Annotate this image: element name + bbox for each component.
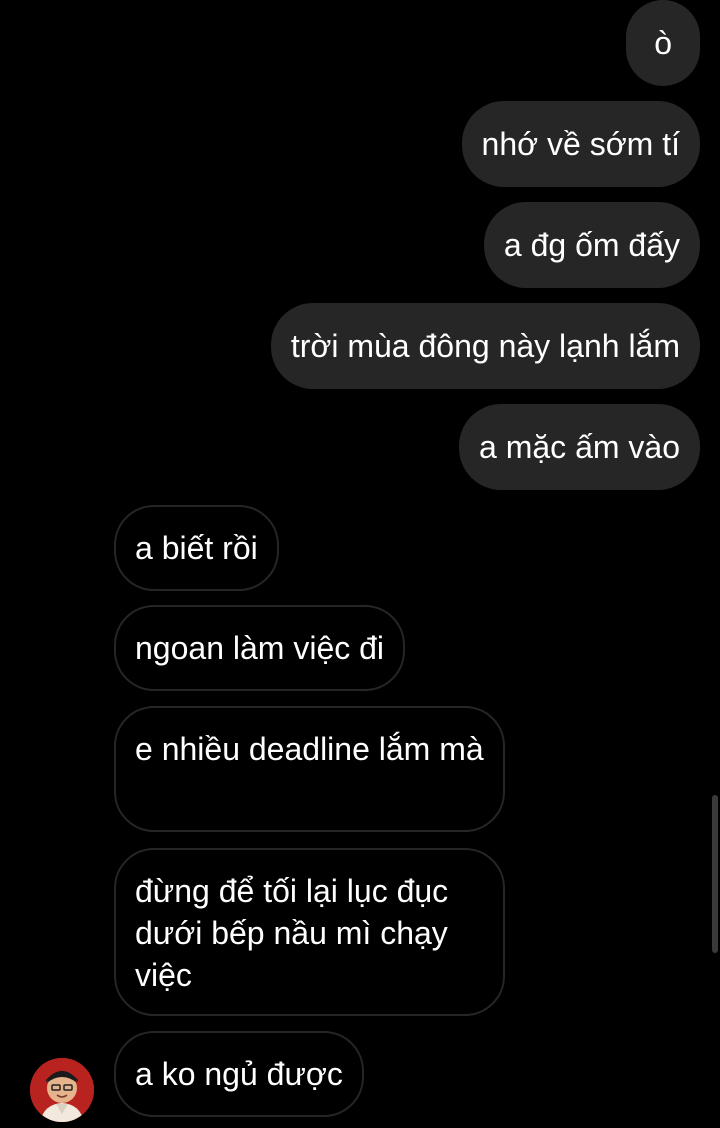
contact-avatar[interactable] (30, 1058, 94, 1122)
message-text: đừng để tối lại lục đục dưới bếp nầu mì … (135, 873, 449, 993)
sent-message-bubble[interactable]: ò (626, 0, 700, 86)
message-text: nhớ về sớm tí (481, 126, 680, 162)
message-text: trời mùa đông này lạnh lắm (290, 328, 680, 364)
message-text: e nhiều deadline lắm mà (135, 731, 484, 767)
message-text: a biết rồi (135, 530, 258, 566)
message-text: ngoan làm việc đi (135, 630, 385, 666)
received-message-bubble[interactable]: a biết rồi (114, 505, 279, 591)
sent-message-bubble[interactable]: trời mùa đông này lạnh lắm (270, 303, 700, 389)
sent-message-bubble[interactable]: nhớ về sớm tí (461, 101, 700, 187)
message-text: ò (654, 25, 672, 61)
user-avatar-icon (30, 1058, 94, 1122)
received-message-bubble[interactable]: e nhiều deadline lắm mà (114, 706, 505, 832)
received-message-bubble[interactable]: đừng để tối lại lục đục dưới bếp nầu mì … (114, 848, 505, 1016)
message-text: a ko ngủ được (135, 1056, 343, 1092)
received-message-bubble[interactable]: a ko ngủ được (114, 1031, 364, 1117)
message-text: a mặc ấm vào (479, 429, 680, 465)
sent-message-bubble[interactable]: a đg ốm đấy (483, 202, 700, 288)
received-message-bubble[interactable]: ngoan làm việc đi (114, 605, 406, 691)
message-text: a đg ốm đấy (503, 227, 680, 263)
sent-message-bubble[interactable]: a mặc ấm vào (459, 404, 700, 490)
scrollbar[interactable] (712, 795, 718, 953)
